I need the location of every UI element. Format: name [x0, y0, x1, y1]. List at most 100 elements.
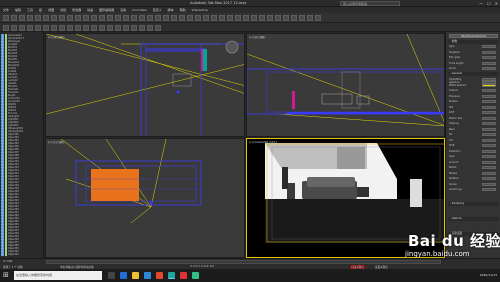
browser-icon[interactable] [180, 272, 187, 279]
param-field[interactable] [482, 144, 496, 147]
viewport-left[interactable]: [+] [左] [线框] [45, 138, 245, 258]
param-field[interactable] [482, 100, 496, 103]
toolbar-tool-icon[interactable] [51, 15, 57, 21]
toolbar-tool-icon[interactable] [19, 15, 25, 21]
param-field[interactable] [482, 160, 496, 164]
param-field[interactable] [482, 89, 496, 92]
timeline-slider[interactable] [46, 260, 441, 264]
toolbar-tool-icon[interactable] [91, 15, 97, 21]
ribbon-tool-icon[interactable] [131, 24, 137, 31]
toolbar-tool-icon[interactable] [83, 15, 89, 21]
param-field[interactable] [482, 138, 496, 142]
toolbar-tool-icon[interactable] [187, 15, 193, 21]
toolbar-tool-icon[interactable] [259, 15, 265, 21]
toolbar-tool-icon[interactable] [267, 15, 273, 21]
param-field[interactable] [482, 177, 496, 180]
rollout-header[interactable]: - 参数 [448, 40, 499, 44]
close-button[interactable]: ✕ [495, 1, 498, 6]
toolbar-tool-icon[interactable] [27, 15, 33, 21]
ribbon-tool-icon[interactable] [83, 24, 89, 31]
toolbar-tool-icon[interactable] [75, 15, 81, 21]
param-field[interactable] [482, 83, 496, 87]
toolbar-tool-icon[interactable] [211, 15, 217, 21]
viewport-top[interactable]: [+] [顶] [线框] [45, 33, 245, 137]
ribbon-tool-icon[interactable] [147, 24, 153, 31]
ribbon-tool-icon[interactable] [67, 24, 73, 31]
param-field[interactable] [482, 171, 496, 175]
ribbon-tool-icon[interactable] [155, 24, 161, 31]
toolbar-tool-icon[interactable] [155, 15, 161, 21]
param-field[interactable] [482, 56, 496, 59]
ribbon-tool-icon[interactable] [11, 24, 17, 31]
param-field[interactable] [482, 67, 496, 70]
param-field[interactable] [482, 155, 496, 158]
ribbon-tool-icon[interactable] [3, 24, 9, 31]
param-field[interactable] [482, 182, 496, 186]
folder-icon[interactable] [132, 272, 139, 279]
visibility-icon[interactable] [1, 253, 4, 256]
toolbar-tool-icon[interactable] [171, 15, 177, 21]
search-input[interactable]: 键入关键字或短语 [340, 1, 400, 6]
ribbon-tool-icon[interactable] [35, 24, 41, 31]
taskbar-search-input[interactable]: 在这里输入你要搜索的内容 [14, 271, 102, 280]
param-field[interactable] [482, 50, 496, 54]
toolbar-tool-icon[interactable] [291, 15, 297, 21]
3dsmax-icon[interactable] [168, 272, 175, 279]
wechat-icon[interactable] [192, 272, 199, 279]
toolbar-tool-icon[interactable] [139, 15, 145, 21]
toolbar-tool-icon[interactable] [3, 15, 9, 21]
windows-start-icon[interactable]: ⊞ [3, 272, 9, 279]
ribbon-tool-icon[interactable] [19, 24, 25, 31]
rollout-header[interactable]: - Options [448, 217, 499, 221]
param-field[interactable] [482, 45, 496, 48]
ribbon-tool-icon[interactable] [107, 24, 113, 31]
toolbar-tool-icon[interactable] [219, 15, 225, 21]
toolbar-tool-icon[interactable] [235, 15, 241, 21]
maximize-button[interactable]: ☐ [487, 1, 491, 6]
toolbar-tool-icon[interactable] [99, 15, 105, 21]
ribbon-tool-icon[interactable] [115, 24, 121, 31]
ribbon-tool-icon[interactable] [75, 24, 81, 31]
param-field[interactable] [482, 127, 496, 131]
task-view-icon[interactable] [108, 272, 115, 279]
toolbar-tool-icon[interactable] [243, 15, 249, 21]
toolbar-tool-icon[interactable] [43, 15, 49, 21]
param-field[interactable] [482, 149, 496, 153]
rollout-header[interactable]: - Sampling [448, 202, 499, 206]
toolbar-tool-icon[interactable] [35, 15, 41, 21]
ribbon-tool-icon[interactable] [99, 24, 105, 31]
param-field[interactable] [482, 78, 496, 81]
ribbon-tool-icon[interactable] [51, 24, 57, 31]
ribbon-tool-icon[interactable] [139, 24, 145, 31]
toolbar-tool-icon[interactable] [179, 15, 185, 21]
toolbar-tool-icon[interactable] [59, 15, 65, 21]
camera-type-button[interactable]: VRayPhysicalCamera [449, 34, 498, 38]
toolbar-tool-icon[interactable] [299, 15, 305, 21]
ribbon-tool-icon[interactable] [91, 24, 97, 31]
toolbar-tool-icon[interactable] [203, 15, 209, 21]
toolbar-tool-icon[interactable] [107, 15, 113, 21]
edge-icon[interactable] [120, 272, 127, 279]
param-field[interactable] [482, 105, 496, 109]
toolbar-tool-icon[interactable] [115, 15, 121, 21]
app-icon[interactable] [156, 272, 163, 279]
toolbar-tool-icon[interactable] [251, 15, 257, 21]
toolbar-tool-icon[interactable] [163, 15, 169, 21]
toolbar-tool-icon[interactable] [315, 15, 321, 21]
param-field[interactable] [482, 166, 496, 169]
ribbon-tool-icon[interactable] [123, 24, 129, 31]
ribbon-tool-icon[interactable] [59, 24, 65, 31]
toolbar-tool-icon[interactable] [131, 15, 137, 21]
viewport-front[interactable]: [+] [前] [线框] [246, 33, 445, 137]
param-field[interactable] [482, 94, 496, 98]
param-field[interactable] [482, 133, 496, 136]
param-field[interactable] [482, 188, 496, 191]
toolbar-tool-icon[interactable] [307, 15, 313, 21]
param-field[interactable] [482, 122, 496, 125]
param-field[interactable] [482, 61, 496, 65]
toolbar-tool-icon[interactable] [67, 15, 73, 21]
ribbon-tool-icon[interactable] [27, 24, 33, 31]
scene-row[interactable]: Object41 [1, 253, 43, 256]
toolbar-tool-icon[interactable] [283, 15, 289, 21]
toolbar-tool-icon[interactable] [11, 15, 17, 21]
